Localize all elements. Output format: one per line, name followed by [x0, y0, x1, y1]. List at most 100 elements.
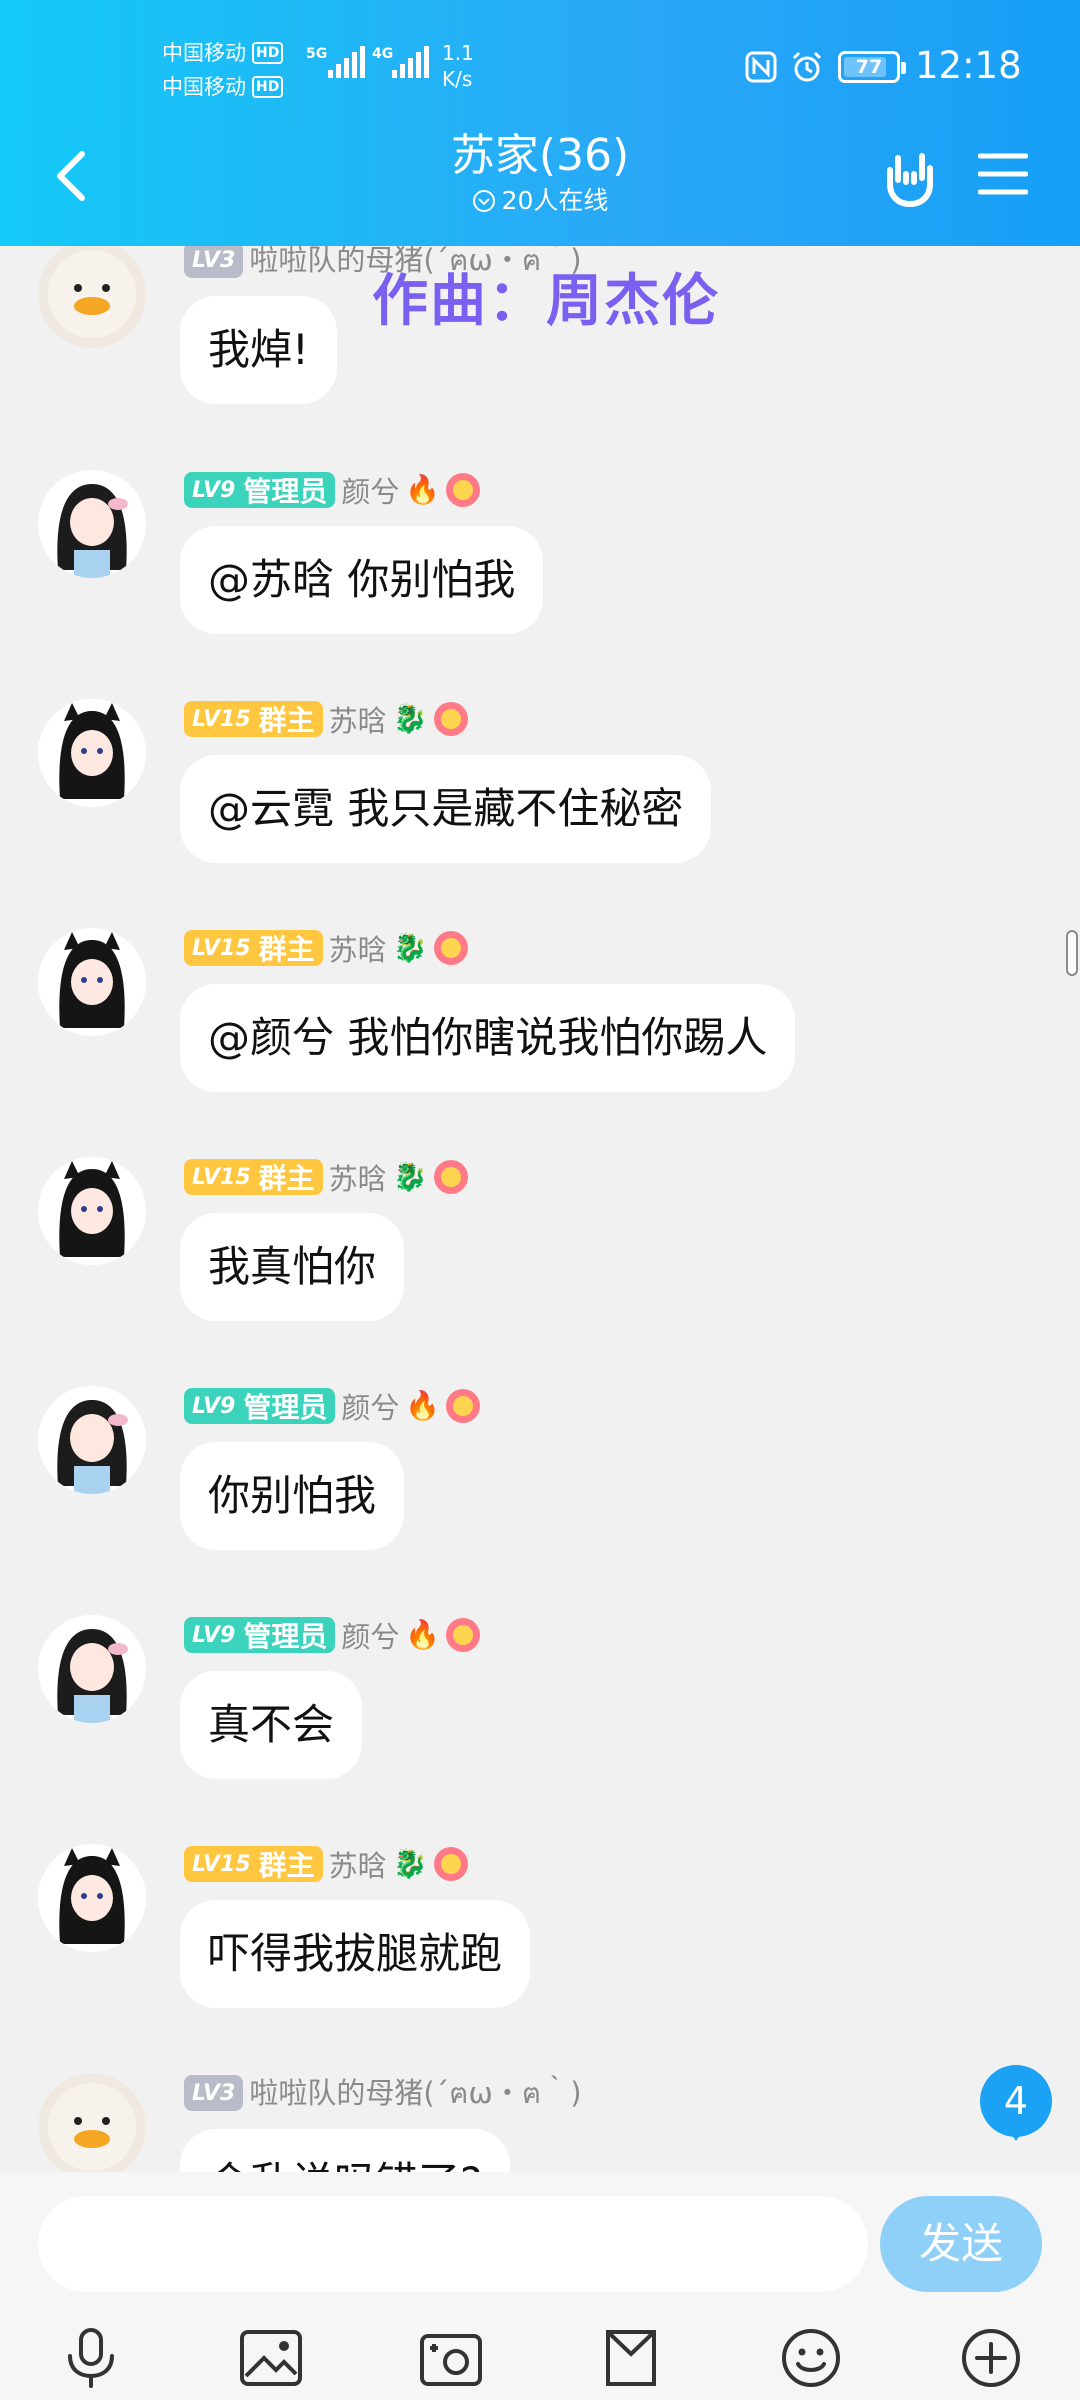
duck-avatar-image	[38, 246, 146, 348]
level-text: LV15	[192, 935, 251, 961]
role-text: 管理员	[243, 475, 328, 508]
message-bubble[interactable]: @颜兮 我怕你瞎说我怕你踢人	[180, 984, 796, 1092]
duck-avatar-image	[38, 2073, 146, 2172]
network-5g-label: 5G	[306, 46, 328, 62]
level-badge: LV3	[184, 2075, 244, 2111]
clock: 12:18	[915, 44, 1022, 87]
menu-icon[interactable]	[978, 152, 1028, 196]
flower-icon	[433, 1160, 468, 1194]
unread-count-badge[interactable]: 4	[980, 2065, 1052, 2141]
level-badge: LV15 群主	[184, 1159, 323, 1195]
carrier-2: 中国移动	[162, 75, 246, 99]
sender-meta: LV9 管理员 颜兮 🔥	[184, 469, 481, 511]
fire-icon: 🔥	[405, 473, 441, 506]
level-badge: LV15 群主	[184, 1846, 323, 1882]
sender-meta: LV15 群主 苏晗 🐉	[184, 699, 468, 739]
chat-title-area[interactable]: 苏家(36) 20人在线	[340, 128, 740, 218]
message-bubble[interactable]: 真不会	[180, 1671, 363, 1779]
plus-icon[interactable]	[958, 2326, 1024, 2390]
avatar[interactable]	[38, 1386, 146, 1494]
sender-name[interactable]: 颜兮	[341, 1385, 399, 1427]
message-bubble[interactable]: 吓得我拔腿就跑	[180, 1900, 531, 2008]
level-badge: LV9 管理员	[184, 1388, 336, 1424]
role-text: 群主	[258, 1849, 315, 1882]
message-bubble[interactable]: @苏晗 你别怕我	[180, 526, 544, 634]
avatar[interactable]	[38, 1844, 146, 1952]
image-icon[interactable]	[238, 2326, 304, 2390]
message-input[interactable]	[38, 2196, 868, 2292]
dragon-icon: 🐉	[392, 702, 428, 735]
level-badge: LV3	[184, 246, 244, 278]
send-button[interactable]: 发送	[880, 2196, 1042, 2292]
anime-girl-avatar-image	[38, 1844, 146, 1952]
dragon-icon: 🐉	[392, 931, 428, 964]
scrollbar-thumb[interactable]	[1066, 930, 1078, 976]
input-area: 发送	[0, 2172, 1080, 2400]
sender-name[interactable]: 苏晗	[329, 698, 387, 740]
sender-name[interactable]: 苏晗	[329, 1843, 387, 1885]
sender-name[interactable]: 苏晗	[329, 927, 387, 969]
anime-girl-avatar-image	[38, 1157, 146, 1265]
camera-icon[interactable]	[418, 2326, 484, 2390]
nfc-icon	[745, 51, 777, 83]
flower-icon	[446, 1618, 481, 1652]
message-item: LV15 群主 苏晗 🐉 @云霓 我只是藏不住秘密	[0, 699, 1080, 929]
avatar[interactable]	[38, 2073, 146, 2172]
back-icon[interactable]	[48, 146, 98, 206]
level-text: LV15	[192, 706, 251, 732]
rock-hand-icon[interactable]	[880, 148, 936, 208]
message-item: LV3 啦啦队的母猪(´ฅω・ฅ｀) 会乱说吗错了?	[0, 2073, 1080, 2172]
chat-header: 中国移动 HD 中国移动 HD 5G 4G 1.1 K/s 77 12:18 苏…	[0, 0, 1080, 246]
emoji-icon[interactable]	[778, 2326, 844, 2390]
flower-icon	[433, 931, 468, 965]
message-item: LV9 管理员 颜兮 🔥 @苏晗 你别怕我	[0, 470, 1080, 700]
network-speed-unit: K/s	[442, 67, 473, 91]
network-speed-value: 1.1	[442, 41, 474, 65]
level-text: LV15	[192, 1164, 251, 1190]
message-bubble[interactable]: 我真怕你	[180, 1213, 405, 1321]
sender-name[interactable]: 颜兮	[341, 469, 399, 511]
avatar[interactable]	[38, 699, 146, 807]
message-list[interactable]: LV3 啦啦队的母猪(´ฅω・ฅ｀) 我焯! LV9 管理员 颜兮 🔥 @苏晗 你…	[0, 246, 1080, 2172]
flower-icon	[446, 1389, 481, 1423]
role-text: 管理员	[243, 1391, 328, 1424]
level-badge: LV9 管理员	[184, 1617, 336, 1653]
avatar[interactable]	[38, 246, 146, 348]
sender-name[interactable]: 颜兮	[341, 1614, 399, 1656]
group-title: 苏家(36)	[450, 130, 630, 181]
avatar[interactable]	[38, 470, 146, 578]
anime-girl-avatar-image	[38, 470, 146, 578]
online-count: 20人在线	[472, 184, 609, 218]
level-text: LV15	[192, 1851, 251, 1877]
sender-name[interactable]: 啦啦队的母猪(´ฅω・ฅ｀)	[249, 2070, 581, 2116]
signal-icon	[392, 44, 429, 78]
fire-icon: 🔥	[405, 1389, 441, 1422]
message-bubble[interactable]: 我焯!	[180, 296, 337, 404]
microphone-icon[interactable]	[58, 2326, 124, 2390]
role-text: 群主	[258, 933, 315, 966]
role-text: 管理员	[243, 1620, 328, 1653]
alarm-icon	[792, 51, 822, 82]
sender-meta: LV9 管理员 颜兮 🔥	[184, 1614, 481, 1656]
level-text: LV9	[192, 1393, 236, 1419]
sender-meta: LV15 群主 苏晗 🐉	[184, 928, 468, 968]
message-bubble[interactable]: 会乱说吗错了?	[180, 2129, 511, 2172]
avatar[interactable]	[38, 928, 146, 1036]
avatar[interactable]	[38, 1615, 146, 1723]
lyric-overlay: 作曲：周杰伦	[372, 269, 720, 334]
sender-name[interactable]: 苏晗	[329, 1156, 387, 1198]
carrier-info: 中国移动 HD 中国移动 HD	[162, 36, 284, 104]
level-badge: LV15 群主	[184, 930, 323, 966]
message-item: LV9 管理员 颜兮 🔥 你别怕我	[0, 1386, 1080, 1616]
carrier-1: 中国移动	[162, 41, 246, 65]
message-bubble[interactable]: 你别怕我	[180, 1442, 405, 1550]
battery-level: 77	[855, 56, 883, 78]
message-item: LV15 群主 苏晗 🐉 吓得我拔腿就跑	[0, 1844, 1080, 2074]
sender-meta: LV15 群主 苏晗 🐉	[184, 1844, 468, 1884]
flower-icon	[446, 473, 481, 507]
file-icon[interactable]	[598, 2326, 664, 2390]
role-text: 群主	[258, 704, 315, 737]
online-text: 20人在线	[501, 186, 609, 215]
message-bubble[interactable]: @云霓 我只是藏不住秘密	[180, 755, 712, 863]
avatar[interactable]	[38, 1157, 146, 1265]
